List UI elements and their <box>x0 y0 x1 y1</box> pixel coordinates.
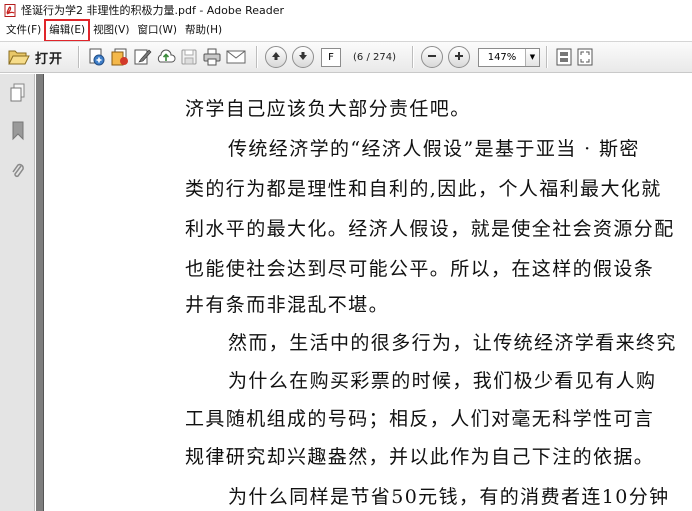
text-line: 为什么在购买彩票的时候，我们极少看见有人购 <box>228 370 657 392</box>
create-pdf-icon <box>87 47 107 67</box>
page-count: (6 / 274) <box>353 51 396 63</box>
edit-pdf-button[interactable] <box>133 45 153 69</box>
combine-files-icon <box>110 47 130 67</box>
text-line: 济学自己应该负大部分责任吧。 <box>185 98 471 120</box>
menu-window[interactable]: 窗口(W) <box>133 21 181 39</box>
document-viewport[interactable]: 济学自己应该负大部分责任吧。 传统经济学的“经济人假设”是基于亚当 · 斯密 类… <box>36 74 692 511</box>
cloud-upload-icon <box>156 47 176 67</box>
page-number-input[interactable]: F <box>321 47 342 67</box>
chevron-down-icon[interactable]: ▼ <box>525 48 539 66</box>
pdf-page: 济学自己应该负大部分责任吧。 传统经济学的“经济人假设”是基于亚当 · 斯密 类… <box>43 74 692 511</box>
edit-pencil-icon <box>133 47 153 67</box>
text-line: 类的行为都是理性和自利的,因此，个人福利最大化就 <box>185 178 662 200</box>
next-page-button[interactable] <box>292 46 315 68</box>
arrow-down-icon <box>298 50 308 64</box>
pdf-app-icon <box>3 3 17 17</box>
folder-open-icon <box>8 48 30 66</box>
menu-file[interactable]: 文件(F) <box>2 21 45 39</box>
zoom-value: 147% <box>487 51 517 63</box>
arrow-up-icon <box>271 50 281 64</box>
title-bar: 怪诞行为学2 非理性的积极力量.pdf - Adobe Reader <box>0 0 692 20</box>
zoom-in-button[interactable] <box>448 46 470 68</box>
text-line: 工具随机组成的号码；相反，人们对毫无科学性可言 <box>185 408 655 430</box>
previous-page-button[interactable] <box>265 46 288 68</box>
attachments-icon[interactable] <box>9 160 27 182</box>
open-label: 打开 <box>35 51 64 67</box>
toolbar-separator <box>546 46 547 68</box>
print-button[interactable] <box>202 45 222 69</box>
text-line: 为什么同样是节省50元钱，有的消费者连10分钟 <box>228 486 670 508</box>
text-line: 也能使社会达到尽可能公平。所以，在这样的假设条 <box>185 258 655 280</box>
toolbar-separator <box>412 46 413 68</box>
text-line: 传统经济学的“经济人假设”是基于亚当 · 斯密 <box>228 138 640 160</box>
zoom-out-button[interactable] <box>421 46 443 68</box>
email-button[interactable] <box>225 45 247 69</box>
page-thumbnails-icon[interactable] <box>9 82 27 104</box>
fit-page-button[interactable] <box>555 45 573 69</box>
upload-button[interactable] <box>156 45 176 69</box>
save-button[interactable] <box>179 45 199 69</box>
printer-icon <box>202 47 222 67</box>
open-button[interactable]: 打开 <box>8 45 69 69</box>
text-line: 利水平的最大化。经济人假设，就是使全社会资源分配 <box>185 218 675 240</box>
plus-icon <box>454 50 464 64</box>
full-screen-icon <box>576 47 594 67</box>
toolbar: 打开 F (6 / 274) 147% ▼ <box>0 41 692 73</box>
text-line: 规律研究却兴趣盎然，并以此作为自己下注的依据。 <box>185 446 655 468</box>
navigation-pane <box>0 74 35 511</box>
menu-edit[interactable]: 编辑(E) <box>44 19 90 42</box>
create-pdf-button[interactable] <box>87 45 107 69</box>
menu-view[interactable]: 视图(V) <box>89 21 133 39</box>
menu-help[interactable]: 帮助(H) <box>181 21 226 39</box>
text-line: 井有条而非混乱不堪。 <box>185 294 390 316</box>
save-disk-icon <box>179 47 199 67</box>
window-title: 怪诞行为学2 非理性的积极力量.pdf - Adobe Reader <box>21 4 285 17</box>
toolbar-separator <box>78 46 80 68</box>
menu-bar: 文件(F) 编辑(E) 视图(V) 窗口(W) 帮助(H) <box>0 19 692 42</box>
toolbar-separator <box>256 46 258 68</box>
full-screen-button[interactable] <box>576 45 594 69</box>
minus-icon <box>427 50 437 64</box>
zoom-select[interactable]: 147% ▼ <box>478 47 540 67</box>
bookmarks-icon[interactable] <box>9 120 27 142</box>
combine-files-button[interactable] <box>110 45 130 69</box>
fit-page-icon <box>555 47 573 67</box>
envelope-icon <box>225 48 247 66</box>
text-line: 然而，生活中的很多行为，让传统经济学看来终究 <box>228 332 677 354</box>
